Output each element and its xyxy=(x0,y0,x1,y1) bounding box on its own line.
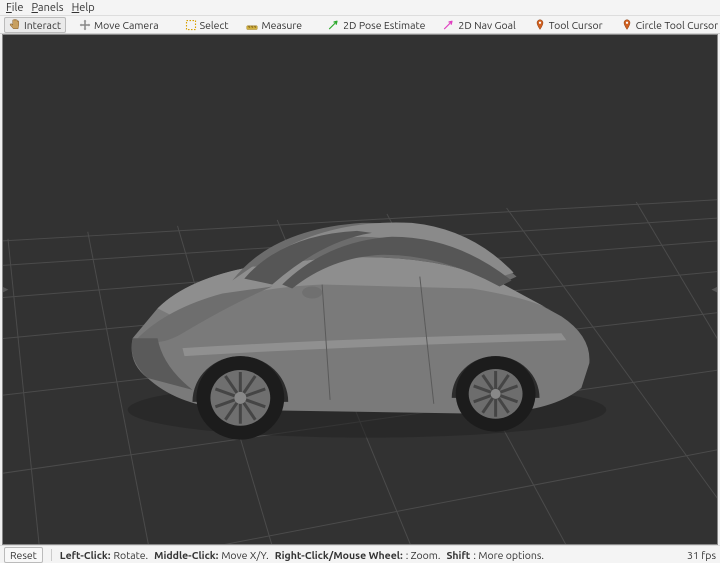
hint-middle-click-label: Middle-Click: xyxy=(154,549,218,561)
menu-panels[interactable]: PPanelsanels xyxy=(31,2,63,14)
hand-icon xyxy=(9,19,21,31)
hint-left-click-action: Rotate. xyxy=(113,549,148,561)
hint-right-click-action: : Zoom. xyxy=(406,549,441,561)
fps-readout: 31 fps xyxy=(687,549,716,561)
statusbar: Reset Left-Click: Rotate. Middle-Click: … xyxy=(0,545,720,563)
tool-tool-cursor-label: Tool Cursor xyxy=(549,19,603,31)
toolbar: Interact Move Camera Select Measure 2D P… xyxy=(0,16,720,34)
tool-2d-pose-estimate-label: 2D Pose Estimate xyxy=(343,19,425,31)
hint-middle-click: Middle-Click: Move X/Y. xyxy=(154,549,269,561)
arrow-green-icon xyxy=(328,19,340,31)
tool-interact-label: Interact xyxy=(24,19,61,31)
tool-measure[interactable]: Measure xyxy=(241,17,307,33)
tool-move-camera[interactable]: Move Camera xyxy=(74,17,164,33)
tool-2d-nav-goal[interactable]: 2D Nav Goal xyxy=(438,17,520,33)
expand-right-handle[interactable]: ◀ xyxy=(712,280,718,300)
select-icon xyxy=(185,19,197,31)
tool-interact[interactable]: Interact xyxy=(4,17,66,33)
hint-left-click-label: Left-Click: xyxy=(60,549,111,561)
tool-select-label: Select xyxy=(200,19,229,31)
hint-middle-click-action: Move X/Y. xyxy=(221,549,268,561)
measure-icon xyxy=(246,19,258,31)
reset-button[interactable]: Reset xyxy=(4,547,43,563)
expand-left-handle[interactable]: ▶ xyxy=(2,280,8,300)
pin-icon xyxy=(621,19,633,31)
tool-2d-nav-goal-label: 2D Nav Goal xyxy=(458,19,515,31)
menu-help[interactable]: HHelpelp xyxy=(72,2,95,14)
3d-viewport[interactable]: ▶ ◀ xyxy=(2,34,718,545)
tool-2d-pose-estimate[interactable]: 2D Pose Estimate xyxy=(323,17,430,33)
hint-left-click: Left-Click: Rotate. xyxy=(60,549,148,561)
tool-move-camera-label: Move Camera xyxy=(94,19,159,31)
tool-tool-cursor[interactable]: Tool Cursor xyxy=(529,17,608,33)
move-camera-icon xyxy=(79,19,91,31)
tool-measure-label: Measure xyxy=(261,19,302,31)
pin-icon xyxy=(534,19,546,31)
hint-shift-label: Shift xyxy=(446,549,470,561)
arrow-pink-icon xyxy=(443,19,455,31)
hint-right-click-label: Right-Click/Mouse Wheel: xyxy=(275,549,403,561)
hint-right-click: Right-Click/Mouse Wheel: : Zoom. xyxy=(275,549,441,561)
viewport-canvas xyxy=(3,35,717,544)
hint-shift: Shift : More options. xyxy=(446,549,544,561)
tool-select[interactable]: Select xyxy=(180,17,234,33)
menu-file[interactable]: FFileile xyxy=(6,2,23,14)
menubar: FFileile PPanelsanels HHelpelp xyxy=(0,0,720,16)
hint-shift-action: : More options. xyxy=(473,549,544,561)
tool-circle-tool-cursor-label: Circle Tool Cursor xyxy=(636,19,719,31)
tool-circle-tool-cursor[interactable]: Circle Tool Cursor xyxy=(616,17,720,33)
